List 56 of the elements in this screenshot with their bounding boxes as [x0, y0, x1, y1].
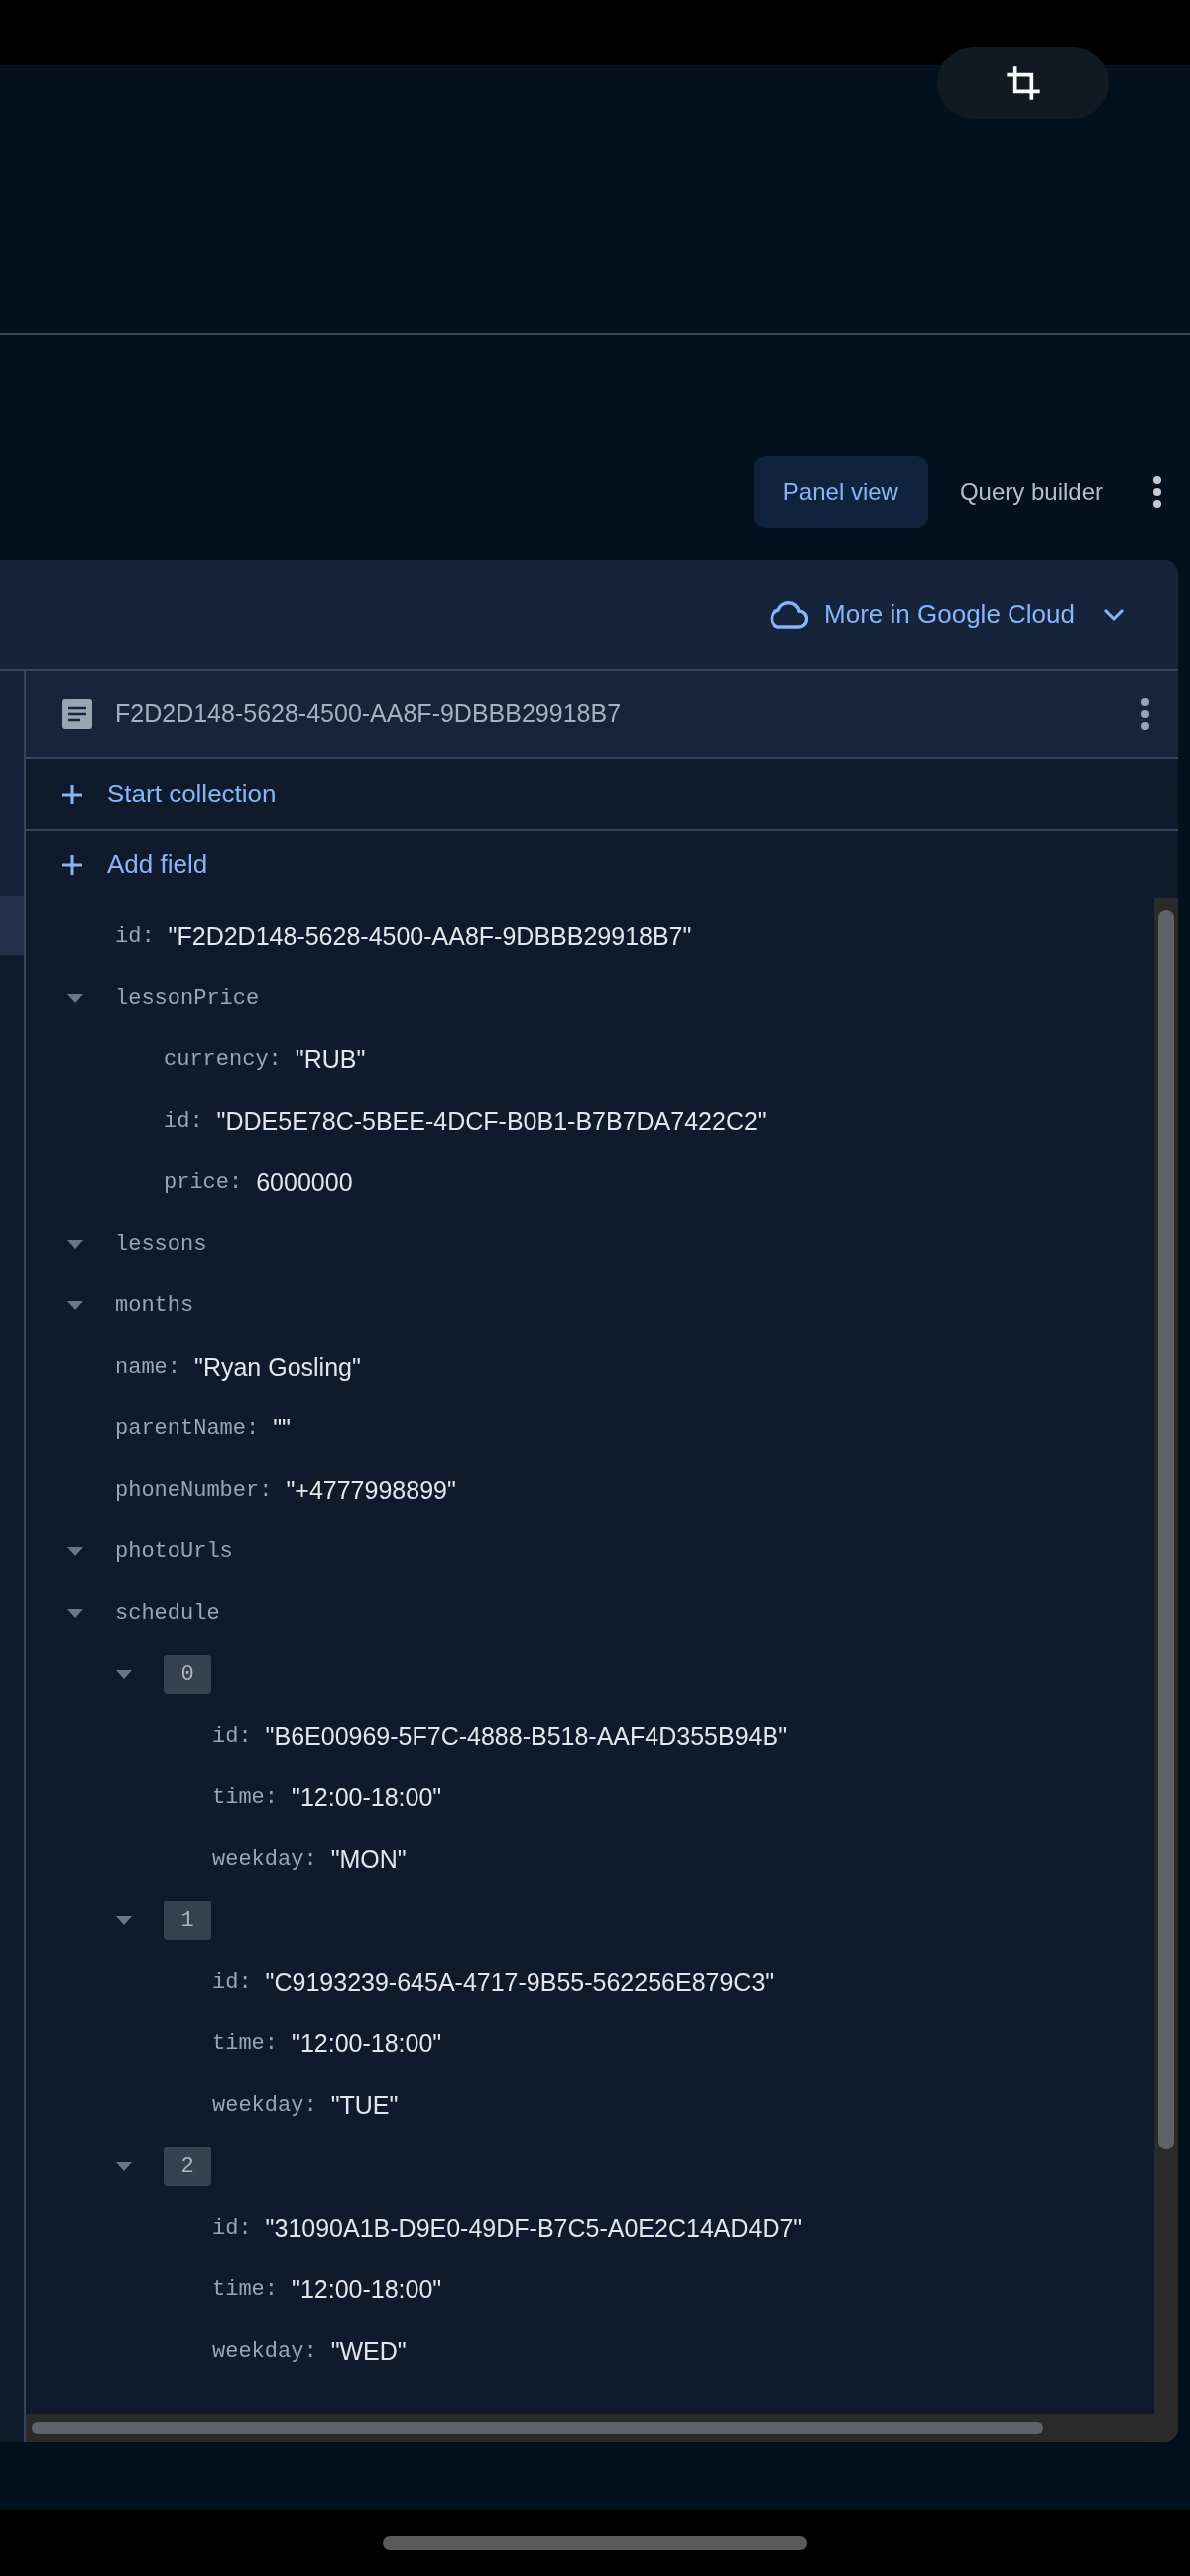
field-key: parentName:	[115, 1415, 260, 1441]
array-index: 1	[164, 1901, 211, 1940]
document-id: F2D2D148-5628-4500-AA8F-9DBBB29918B7	[115, 699, 623, 728]
field-value: "12:00-18:00"	[292, 2274, 442, 2304]
field-key: lessonPrice	[115, 985, 260, 1011]
add-button[interactable]: Add field	[61, 849, 208, 880]
field-value: "+4777998899"	[286, 1475, 456, 1505]
plus-icon	[61, 853, 83, 876]
field-value: "12:00-18:00"	[292, 1782, 442, 1812]
field-key: months	[115, 1292, 194, 1318]
field-value: "WED"	[330, 2336, 407, 2366]
document-icon	[61, 697, 93, 730]
field-value: "TUE"	[330, 2090, 399, 2120]
field-value: 6000000	[256, 1167, 353, 1197]
field-key: price:	[164, 1169, 243, 1195]
field-key: id:	[212, 2215, 252, 2241]
add-button[interactable]: Start collection	[61, 779, 277, 809]
array-index: 0	[164, 1655, 211, 1694]
field-key: id:	[212, 1723, 252, 1749]
field-key: currency:	[164, 1046, 282, 1072]
array-index: 2	[164, 2147, 211, 2186]
field-value: "F2D2D148-5628-4500-AA8F-9DBBB29918B7"	[168, 921, 692, 951]
field-value: ""	[273, 1413, 291, 1443]
field-key: time:	[212, 2276, 278, 2302]
view-tab[interactable]: Query builder	[929, 456, 1132, 528]
field-key: weekday:	[212, 2092, 317, 2118]
home-indicator[interactable]	[383, 2535, 807, 2550]
scrollbar-thumb[interactable]	[1158, 910, 1174, 2149]
field-key: time:	[212, 2030, 278, 2056]
chevron-down-icon	[1103, 607, 1125, 622]
plus-icon	[61, 783, 83, 805]
field-key: time:	[212, 1784, 278, 1810]
field-value: "31090A1B-D9E0-49DF-B7C5-A0E2C14AD4D7"	[265, 2213, 803, 2243]
view-tab[interactable]: Panel view	[753, 456, 928, 528]
field-value: "12:00-18:00"	[292, 2028, 442, 2058]
more-options-icon[interactable]	[1152, 475, 1162, 509]
field-key: name:	[115, 1354, 180, 1380]
field-value: "MON"	[330, 1844, 407, 1874]
field-key: id:	[115, 923, 155, 949]
field-value: "B6E00969-5F7C-4888-B518-AAF4D355B94B"	[265, 1721, 787, 1751]
google-cloud-dropdown[interactable]: More in Google Cloud	[767, 599, 1125, 630]
more-options-icon[interactable]	[1140, 696, 1150, 731]
field-value: "DDE5E78C-5BEE-4DCF-B0B1-B7B7DA7422C2"	[216, 1106, 767, 1136]
selected-row-highlight	[0, 896, 24, 955]
field-key: photoUrls	[115, 1538, 233, 1564]
field-key: phoneNumber:	[115, 1477, 273, 1503]
field-key: id:	[212, 1969, 252, 1995]
field-key: weekday:	[212, 2338, 317, 2364]
field-value: "RUB"	[295, 1044, 366, 1074]
field-key: schedule	[115, 1600, 220, 1626]
field-value: "Ryan Gosling"	[194, 1352, 361, 1382]
scrollbar-thumb[interactable]	[32, 2422, 1043, 2434]
field-key: id:	[164, 1108, 203, 1134]
field-value: "C9193239-645A-4717-9B55-562256E879C3"	[265, 1967, 774, 1997]
field-key: lessons	[115, 1231, 207, 1257]
field-key: weekday:	[212, 1846, 317, 1872]
